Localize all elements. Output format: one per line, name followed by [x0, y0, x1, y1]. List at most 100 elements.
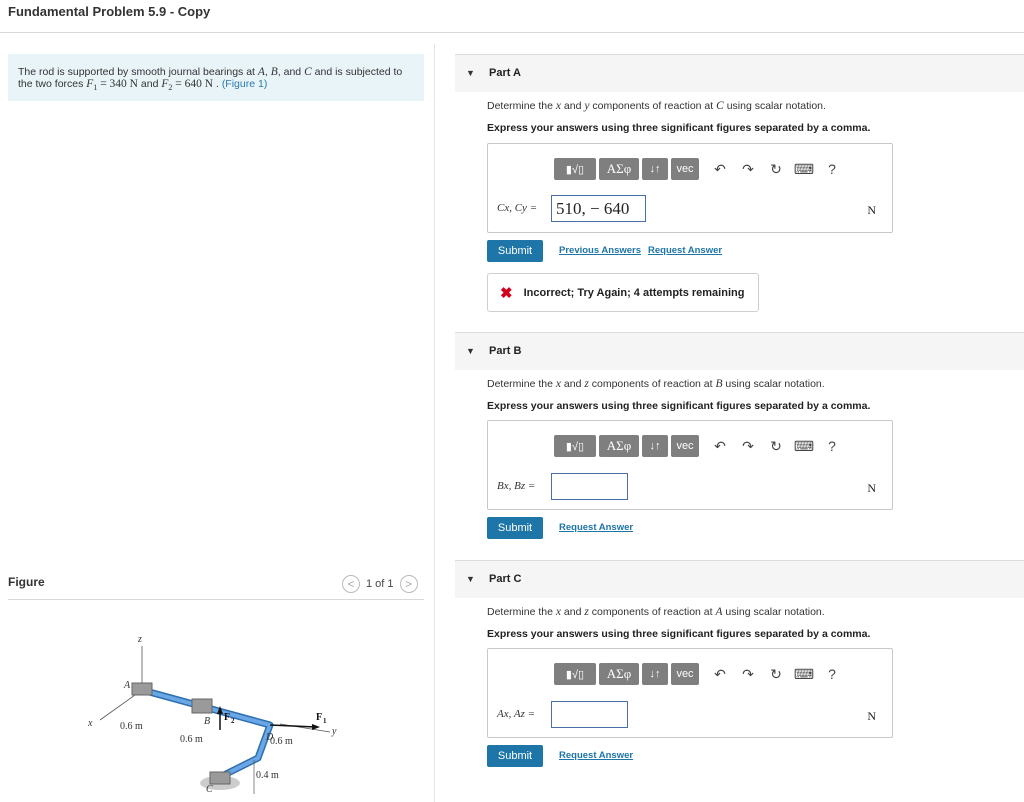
caret-down-icon: ▼ — [466, 346, 475, 356]
subscript-button[interactable]: ↓↑ — [642, 158, 668, 180]
point-c-label: C — [206, 784, 213, 795]
undo-icon[interactable]: ↶ — [706, 158, 734, 180]
point-a-label: A — [123, 680, 131, 691]
subscript-button[interactable]: ↓↑ — [642, 663, 668, 685]
redo-icon[interactable]: ↷ — [734, 663, 762, 685]
part-a-previous-answers-link[interactable]: Previous Answers — [559, 245, 641, 256]
part-b-toolbar: ▮√▯ ΑΣφ ↓↑ vec ↶ ↷ ↻ ⌨ ? — [554, 435, 846, 457]
figure-page-count: 1 of 1 — [366, 578, 394, 590]
part-a-variable-label: Cx, Cy = — [497, 202, 538, 214]
bearing-a — [131, 682, 153, 696]
reset-icon[interactable]: ↻ — [762, 158, 790, 180]
undo-icon[interactable]: ↶ — [706, 663, 734, 685]
part-c-answer-box: ▮√▯ ΑΣφ ↓↑ vec ↶ ↷ ↻ ⌨ ? Ax, Az = N — [487, 648, 893, 738]
part-b-request-answer-link[interactable]: Request Answer — [559, 522, 633, 533]
reset-icon[interactable]: ↻ — [762, 435, 790, 457]
part-b-instruction: Determine the x and z components of reac… — [487, 378, 825, 390]
keyboard-icon[interactable]: ⌨ — [790, 435, 818, 457]
part-a-feedback: ✖ Incorrect; Try Again; 4 attempts remai… — [487, 273, 759, 312]
next-figure-button[interactable]: > — [399, 575, 418, 593]
part-b-title: Part B — [489, 345, 522, 357]
feedback-message: Incorrect; Try Again; 4 attempts remaini… — [523, 286, 745, 299]
caret-down-icon: ▼ — [466, 574, 475, 584]
force-f1-arrow — [269, 724, 317, 728]
part-b-express: Express your answers using three signifi… — [487, 400, 871, 412]
redo-icon[interactable]: ↷ — [734, 435, 762, 457]
dim-label-4: 0.4 m — [256, 770, 279, 781]
vec-button[interactable]: vec — [671, 663, 699, 685]
vec-button[interactable]: vec — [671, 158, 699, 180]
part-c-unit: N — [867, 709, 876, 723]
part-a-header[interactable]: ▼ Part A — [455, 54, 1024, 92]
point-b-label: B — [204, 716, 210, 727]
subscript-button[interactable]: ↓↑ — [642, 435, 668, 457]
keyboard-icon[interactable]: ⌨ — [790, 158, 818, 180]
part-b-header[interactable]: ▼ Part B — [455, 332, 1024, 370]
part-b-variable-label: Bx, Bz = — [497, 480, 536, 492]
y-label: y — [331, 726, 337, 737]
bearing-b — [191, 698, 213, 714]
svg-text:1: 1 — [323, 717, 327, 725]
undo-icon[interactable]: ↶ — [706, 435, 734, 457]
part-a-unit: N — [867, 203, 876, 217]
part-c-express: Express your answers using three signifi… — [487, 628, 871, 640]
z-label: z — [137, 634, 142, 645]
part-c-title: Part C — [489, 573, 522, 585]
part-a-express: Express your answers using three signifi… — [487, 122, 871, 134]
part-c-submit-button[interactable]: Submit — [487, 745, 543, 767]
reset-icon[interactable]: ↻ — [762, 663, 790, 685]
part-b-submit-button[interactable]: Submit — [487, 517, 543, 539]
force-f1-label: F — [316, 712, 322, 723]
part-c-instruction: Determine the x and z components of reac… — [487, 606, 825, 618]
svg-text:2: 2 — [231, 717, 235, 725]
dim-label-3: 0.6 m — [270, 736, 293, 747]
part-a-toolbar: ▮√▯ ΑΣφ ↓↑ vec ↶ ↷ ↻ ⌨ ? — [554, 158, 846, 180]
figure-heading: Figure — [8, 575, 45, 589]
help-icon[interactable]: ? — [818, 158, 846, 180]
part-c-answer-input[interactable] — [551, 701, 628, 728]
force-f2-label: F — [224, 712, 230, 723]
part-a-answer-input[interactable]: 510, − 640 — [551, 195, 646, 222]
part-b-answer-input[interactable] — [551, 473, 628, 500]
part-c-header[interactable]: ▼ Part C — [455, 560, 1024, 598]
part-c-request-answer-link[interactable]: Request Answer — [559, 750, 633, 761]
problem-statement: The rod is supported by smooth journal b… — [8, 54, 424, 101]
part-a-answer-box: ▮√▯ ΑΣφ ↓↑ vec ↶ ↷ ↻ ⌨ ? Cx, Cy = 510, −… — [487, 143, 893, 233]
part-a-submit-button[interactable]: Submit — [487, 240, 543, 262]
vec-button[interactable]: vec — [671, 435, 699, 457]
greek-button[interactable]: ΑΣφ — [599, 158, 639, 180]
part-a-title: Part A — [489, 67, 521, 79]
part-b-unit: N — [867, 481, 876, 495]
chevron-left-icon: < — [347, 577, 355, 591]
part-b-answer-box: ▮√▯ ΑΣφ ↓↑ vec ↶ ↷ ↻ ⌨ ? Bx, Bz = N — [487, 420, 893, 510]
caret-down-icon: ▼ — [466, 68, 475, 78]
figure-divider — [8, 599, 424, 600]
bearing-c — [209, 771, 231, 785]
greek-button[interactable]: ΑΣφ — [599, 663, 639, 685]
templates-button[interactable]: ▮√▯ — [554, 663, 596, 685]
part-c-variable-label: Ax, Az = — [497, 708, 536, 720]
figure-pager: < 1 of 1 > — [342, 575, 418, 593]
dim-label-2: 0.6 m — [180, 734, 203, 745]
templates-button[interactable]: ▮√▯ — [554, 435, 596, 457]
help-icon[interactable]: ? — [818, 663, 846, 685]
x-label: x — [87, 718, 93, 729]
part-a-request-answer-link[interactable]: Request Answer — [648, 245, 722, 256]
help-icon[interactable]: ? — [818, 435, 846, 457]
part-a-instruction: Determine the x and y components of reac… — [487, 100, 826, 112]
part-c-toolbar: ▮√▯ ΑΣφ ↓↑ vec ↶ ↷ ↻ ⌨ ? — [554, 663, 846, 685]
top-divider — [0, 32, 1024, 33]
page-title: Fundamental Problem 5.9 - Copy — [8, 4, 211, 19]
prev-figure-button[interactable]: < — [342, 575, 360, 593]
rod-figure: z x y A B C D F 2 F 1 0.6 m 0.6 m 0.6 m … — [87, 634, 337, 795]
redo-icon[interactable]: ↷ — [734, 158, 762, 180]
error-x-icon: ✖ — [500, 284, 513, 302]
keyboard-icon[interactable]: ⌨ — [790, 663, 818, 685]
greek-button[interactable]: ΑΣφ — [599, 435, 639, 457]
force-f1-head — [312, 724, 320, 730]
dim-label-1: 0.6 m — [120, 721, 143, 732]
figure-link[interactable]: (Figure 1) — [222, 78, 268, 90]
templates-button[interactable]: ▮√▯ — [554, 158, 596, 180]
chevron-right-icon: > — [405, 577, 413, 591]
column-divider — [434, 44, 435, 802]
